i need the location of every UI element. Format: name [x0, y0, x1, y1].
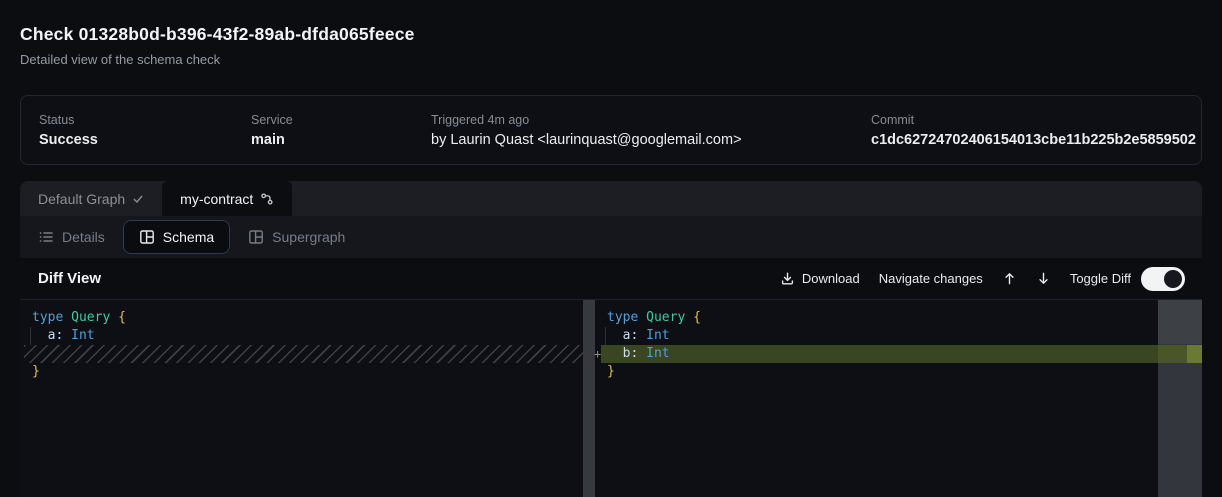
tab-default-graph-label: Default Graph — [38, 191, 125, 207]
diff-placeholder-hatch — [24, 345, 583, 363]
arrow-down-icon — [1036, 271, 1051, 286]
tab-supergraph-label: Supergraph — [272, 229, 345, 245]
service-value: main — [251, 132, 431, 148]
service-label: Service — [251, 113, 431, 127]
download-icon — [780, 271, 795, 286]
triggered-label: Triggered 4m ago — [431, 113, 871, 127]
toggle-knob — [1164, 270, 1182, 288]
page-header: Check 01328b0d-b396-43f2-89ab-dfda065fee… — [20, 24, 415, 67]
panels-icon — [248, 229, 264, 245]
summary-status: Status Success — [39, 113, 251, 148]
status-label: Status — [39, 113, 251, 127]
diff-view-title: Diff View — [38, 270, 101, 287]
download-label: Download — [802, 271, 860, 286]
tab-my-contract[interactable]: my-contract — [162, 181, 292, 216]
code-line: } — [595, 363, 1158, 381]
summary-service: Service main — [251, 113, 431, 148]
toggle-diff-control: Toggle Diff — [1070, 267, 1185, 291]
check-summary-card: Status Success Service main Triggered 4m… — [20, 95, 1202, 165]
list-icon — [38, 229, 54, 245]
added-code-line: b: Int — [601, 345, 1158, 363]
page-title: Check 01328b0d-b396-43f2-89ab-dfda065fee… — [20, 24, 415, 45]
tab-my-contract-label: my-contract — [180, 191, 253, 207]
code-line: type Query { — [20, 309, 583, 327]
diff-overview-ruler[interactable] — [1158, 300, 1202, 497]
panels-icon — [139, 229, 155, 245]
page-subtitle: Detailed view of the schema check — [20, 52, 415, 67]
added-change-marker — [1187, 345, 1202, 363]
tab-supergraph[interactable]: Supergraph — [248, 229, 345, 245]
toggle-diff-label: Toggle Diff — [1070, 271, 1131, 286]
contract-icon — [260, 192, 274, 206]
diff-toolbar: Download Navigate changes Toggle Diff — [780, 267, 1185, 291]
next-change-button[interactable] — [1036, 271, 1051, 286]
tab-default-graph[interactable]: Default Graph — [20, 181, 162, 216]
navigate-changes-label: Navigate changes — [879, 271, 983, 286]
summary-triggered: Triggered 4m ago by Laurin Quast <laurin… — [431, 113, 871, 148]
status-value: Success — [39, 132, 251, 148]
code-line: } — [20, 363, 583, 381]
code-line: type Query { — [595, 309, 1158, 327]
diff-modified-pane[interactable]: + type Query { a: Int b: Int } — [595, 300, 1158, 497]
tab-details[interactable]: Details — [38, 229, 105, 245]
diff-add-marker: + — [594, 345, 601, 363]
diff-editor: type Query { a: Int } + type Query { a: … — [20, 300, 1202, 497]
original-pane-scrollbar[interactable] — [583, 300, 595, 497]
download-button[interactable]: Download — [780, 271, 860, 286]
commit-value: c1dc62724702406154013cbe11b225b2e5859502 — [871, 132, 1201, 148]
view-tabs: Details Schema Supergraph — [20, 216, 1202, 258]
added-change-marker-dim — [1158, 345, 1187, 363]
previous-change-button[interactable] — [1002, 271, 1017, 286]
summary-commit: Commit c1dc62724702406154013cbe11b225b2e… — [871, 113, 1201, 148]
check-icon — [132, 193, 144, 205]
tab-details-label: Details — [62, 229, 105, 245]
code-line: a: Int — [595, 327, 1158, 345]
tab-schema[interactable]: Schema — [123, 220, 230, 254]
triggered-value: by Laurin Quast <laurinquast@googlemail.… — [431, 132, 871, 148]
toggle-diff-switch[interactable] — [1141, 267, 1185, 291]
code-line: a: Int — [20, 327, 583, 345]
arrow-up-icon — [1002, 271, 1017, 286]
commit-label: Commit — [871, 113, 1201, 127]
diff-view-header: Diff View Download Navigate changes Togg… — [20, 258, 1202, 300]
tab-schema-label: Schema — [163, 229, 214, 245]
scrollbar-thumb[interactable] — [1158, 300, 1202, 344]
graph-tabbar: Default Graph my-contract — [20, 181, 1202, 216]
diff-original-pane[interactable]: type Query { a: Int } — [20, 300, 583, 497]
